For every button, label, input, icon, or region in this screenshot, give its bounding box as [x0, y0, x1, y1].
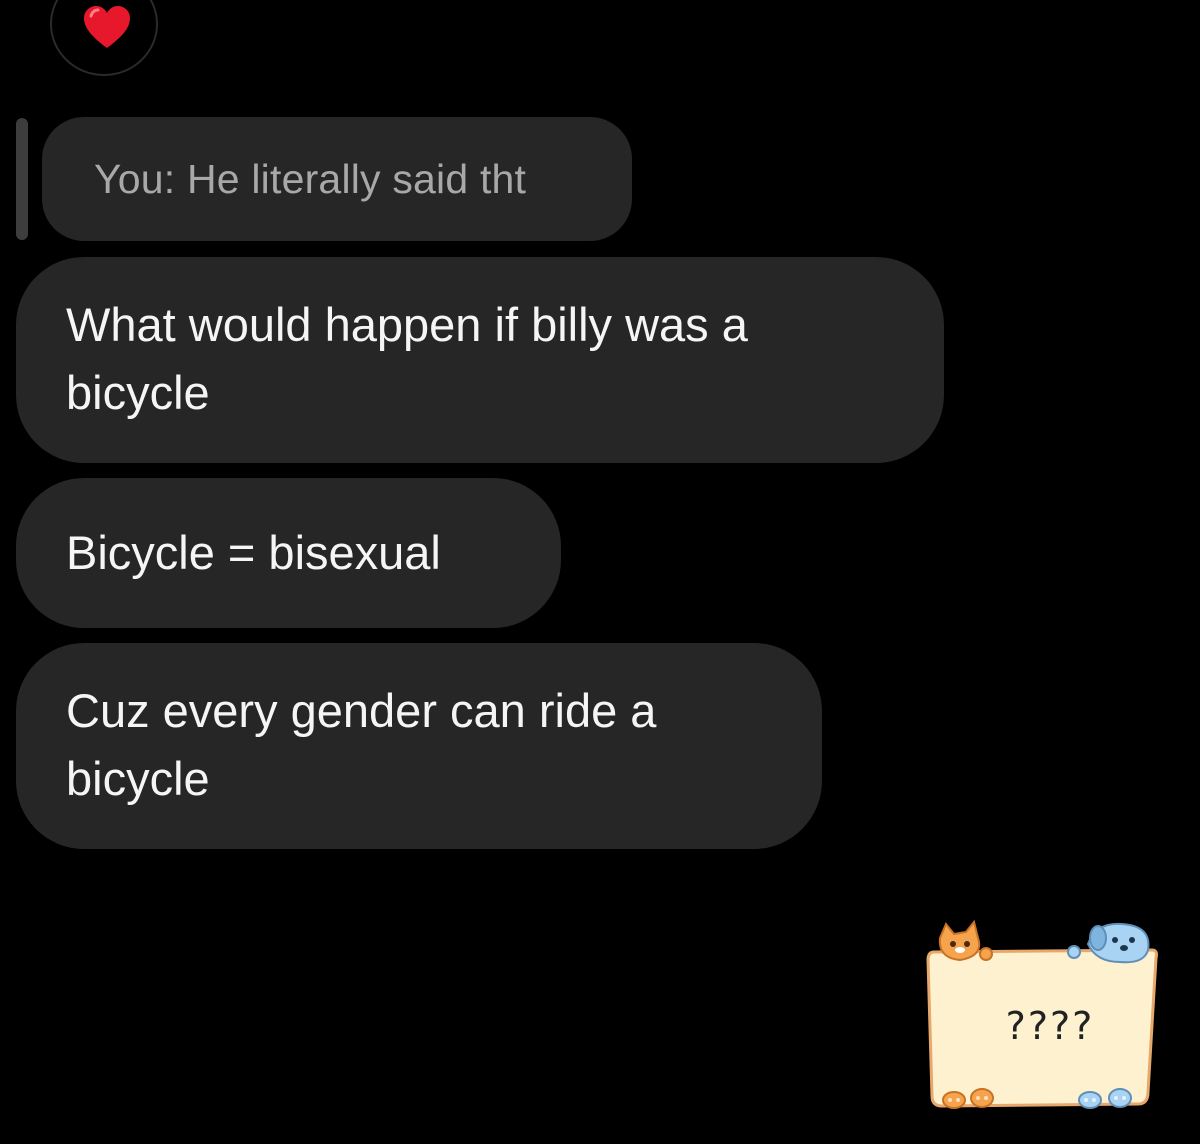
heart-icon	[84, 6, 130, 48]
replied-message-text: You: He literally said tht	[94, 155, 527, 202]
cat-icon	[938, 919, 993, 962]
message-bubble[interactable]: Cuz every gender can ride a bicycle	[16, 643, 822, 849]
message-text: What would happen if billy was a bicycle	[66, 298, 748, 419]
message-bubble[interactable]: What would happen if billy was a bicycle	[16, 257, 944, 463]
replied-message-preview[interactable]: You: He literally said tht	[42, 117, 632, 241]
message-bubble[interactable]: Bicycle = bisexual	[16, 478, 561, 628]
message-text: Bicycle = bisexual	[66, 526, 441, 579]
cat-dog-sign-sticker[interactable]: ????	[920, 916, 1165, 1116]
message-text: Cuz every gender can ride a bicycle	[66, 684, 657, 805]
reaction-badge[interactable]	[50, 0, 158, 76]
sticker-text: ????	[1005, 1004, 1095, 1048]
reply-indicator-bar	[16, 118, 28, 240]
